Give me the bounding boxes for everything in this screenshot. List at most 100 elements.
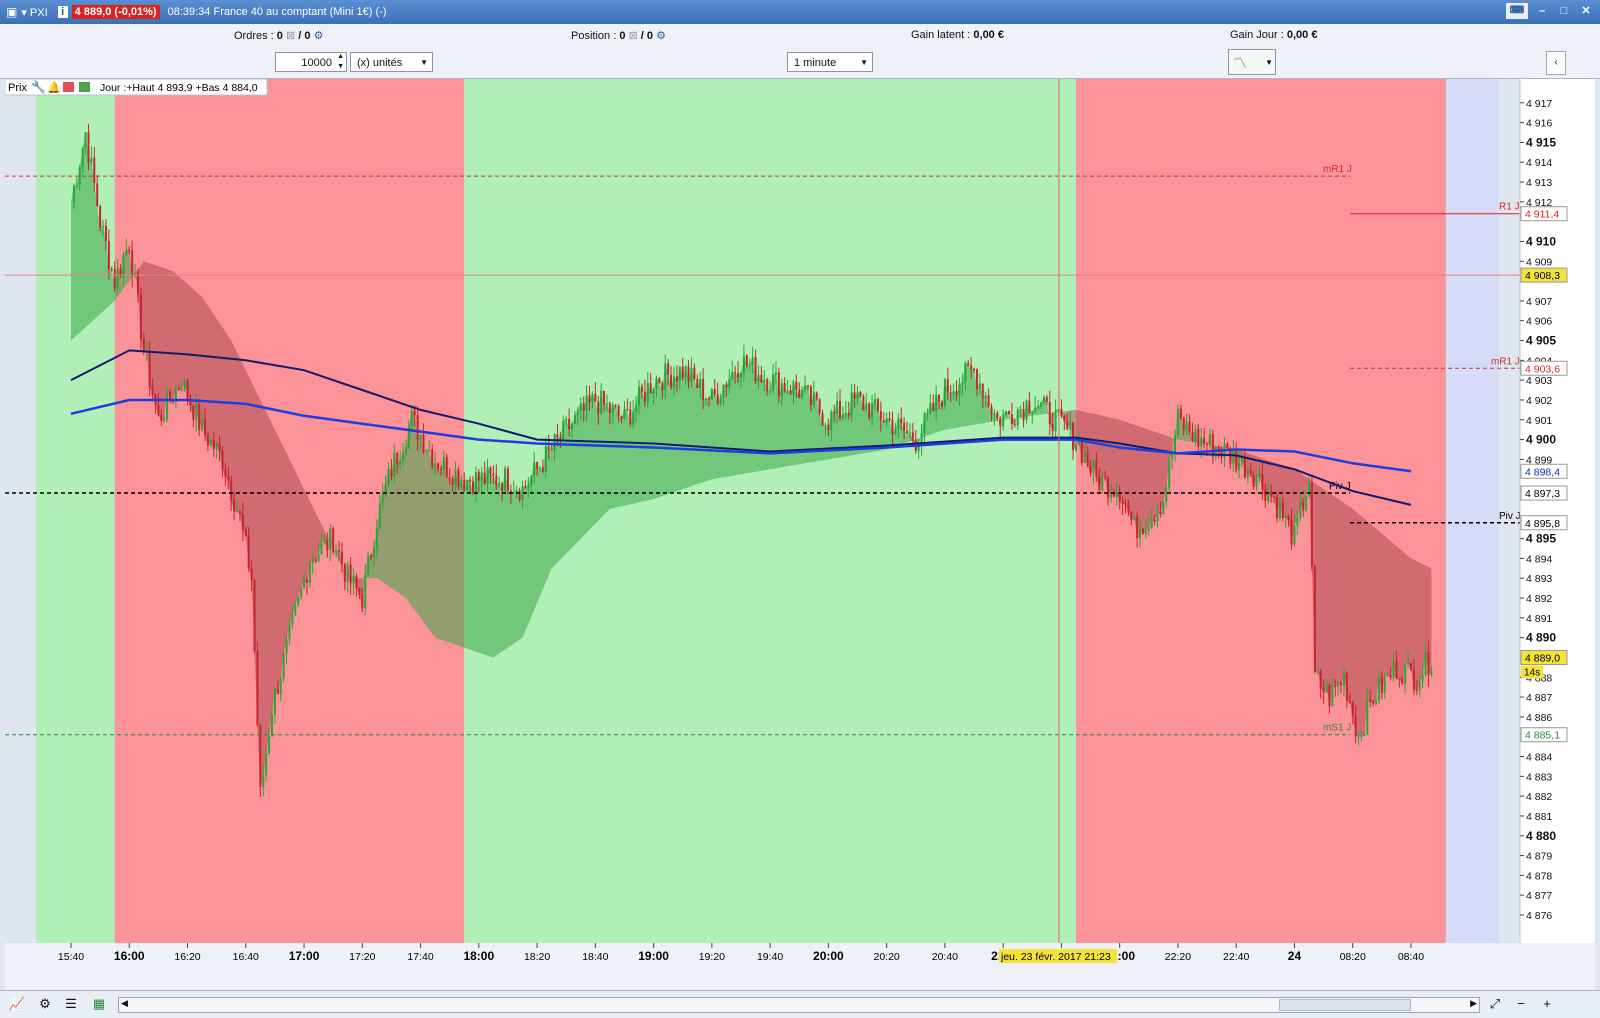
- bell-icon[interactable]: 🔔: [47, 81, 61, 94]
- wrench-icon[interactable]: 🔧: [31, 79, 46, 94]
- candle-body: [224, 469, 227, 477]
- candle-body: [437, 463, 440, 469]
- candle-body: [556, 434, 559, 437]
- gain-jour-info: Gain Jour : 0,00 €: [1230, 29, 1317, 41]
- candle-body: [337, 550, 340, 553]
- interval-value: 1 minute: [794, 57, 837, 69]
- position-gear-icon[interactable]: ⚙: [656, 30, 666, 42]
- maximize-button[interactable]: □: [1556, 3, 1572, 19]
- candle-body: [859, 391, 862, 397]
- candle-body: [629, 409, 632, 425]
- scroll-right-icon[interactable]: ▶: [1470, 998, 1477, 1009]
- zoom-fit-icon[interactable]: ⤢: [1486, 995, 1504, 1013]
- y-tick-label: 4 887: [1526, 692, 1552, 704]
- candle-body: [1080, 442, 1083, 464]
- quantity-stepper[interactable]: 10000 ▲ ▼: [275, 52, 347, 72]
- candle-body: [142, 339, 145, 352]
- candle-body: [938, 394, 941, 402]
- stepper-arrows-icon[interactable]: ▲ ▼: [337, 52, 344, 72]
- candle-body: [1174, 435, 1177, 453]
- candle-body: [1007, 411, 1010, 415]
- candle-body: [474, 472, 477, 493]
- candle-body: [1409, 662, 1412, 671]
- candle-body: [1040, 402, 1043, 407]
- zoom-in-label: +: [1543, 996, 1551, 1011]
- candle-body: [372, 547, 375, 558]
- zoom-out-icon[interactable]: −: [1512, 995, 1530, 1013]
- candle-body: [241, 513, 244, 530]
- candle-body: [1270, 491, 1273, 497]
- minimize-button[interactable]: –: [1534, 3, 1550, 19]
- candle-body: [466, 479, 469, 491]
- cancel-orders-icon[interactable]: ⊠: [286, 30, 295, 42]
- candle-body: [326, 539, 329, 551]
- candle-body: [1156, 511, 1159, 522]
- unit-select[interactable]: (x) unités ▼: [350, 52, 433, 72]
- chart-add-icon[interactable]: 📈: [8, 995, 26, 1013]
- candle-body: [911, 432, 914, 441]
- price-tag-label: 4 897,3: [1525, 488, 1560, 500]
- y-tick-label: 4 881: [1526, 811, 1552, 823]
- orders-total: / 0: [298, 30, 311, 42]
- candle-body: [192, 405, 195, 421]
- candle-body: [1159, 511, 1162, 515]
- candle-body: [1261, 474, 1264, 490]
- candle-body: [221, 450, 224, 470]
- candle-body: [809, 386, 812, 406]
- expand-panel-button[interactable]: ‹: [1546, 51, 1566, 75]
- candle-body: [1340, 682, 1343, 686]
- close-button[interactable]: ✕: [1578, 3, 1594, 19]
- candle-body: [611, 404, 614, 413]
- chart-style-button[interactable]: 〽 ▼: [1228, 49, 1276, 75]
- x-tick-label: 16:00: [114, 949, 145, 963]
- candle-body: [1074, 444, 1077, 451]
- list-icon[interactable]: ☰: [62, 995, 80, 1013]
- candle-body: [888, 418, 891, 420]
- candle-body: [696, 379, 699, 388]
- candle-body: [396, 453, 399, 465]
- keyboard-icon[interactable]: ⌨: [1506, 3, 1528, 19]
- candle-body: [131, 250, 134, 276]
- candle-body: [1127, 505, 1130, 512]
- candle-body: [873, 399, 876, 405]
- add-icon[interactable]: [79, 82, 90, 92]
- candle-body: [908, 432, 911, 434]
- window-icon[interactable]: ▣: [6, 5, 17, 19]
- candle-body: [1363, 734, 1366, 737]
- x-tick-label: 19:00: [638, 949, 669, 963]
- candle-body: [1130, 511, 1133, 521]
- y-tick-label: 4 903: [1526, 375, 1552, 387]
- app-menu[interactable]: ▾ PXI: [21, 6, 47, 19]
- close-position-icon[interactable]: ⊠: [629, 30, 638, 42]
- orders-gear-icon[interactable]: ⚙: [314, 30, 324, 42]
- price-chart[interactable]: mR1 JR1 JmR1 JPiv JPiv JmS1 J 4 9174 916…: [5, 79, 1595, 990]
- candle-body: [1305, 496, 1308, 511]
- time-scrollbar[interactable]: ◀ ▶: [118, 997, 1480, 1013]
- layout-icon[interactable]: ▦: [90, 995, 108, 1013]
- info-icon[interactable]: i: [57, 6, 68, 18]
- candle-body: [163, 418, 166, 421]
- zoom-in-icon[interactable]: +: [1538, 995, 1556, 1013]
- candle-body: [728, 378, 731, 388]
- candle-body: [1045, 397, 1048, 402]
- candle-body: [1380, 677, 1383, 694]
- scroll-thumb[interactable]: [1279, 999, 1411, 1011]
- position-label: Position :: [571, 30, 617, 42]
- candle-body: [512, 491, 515, 494]
- y-tick-label: 4 907: [1526, 296, 1552, 308]
- candle-body: [1348, 700, 1351, 703]
- candle-body: [1235, 451, 1238, 471]
- candle-body: [841, 413, 844, 419]
- scroll-left-icon[interactable]: ◀: [121, 998, 128, 1009]
- candle-body: [177, 388, 180, 390]
- candle-body: [1337, 682, 1340, 688]
- candle-body: [538, 467, 541, 469]
- candle-body: [107, 241, 110, 270]
- orders-value: 0: [276, 30, 283, 42]
- candle-body: [582, 403, 585, 411]
- interval-select[interactable]: 1 minute ▼: [787, 52, 873, 72]
- delete-icon[interactable]: [63, 82, 74, 92]
- candle-body: [541, 467, 544, 472]
- candle-body: [844, 412, 847, 414]
- indicator-icon[interactable]: ⚙: [36, 995, 54, 1013]
